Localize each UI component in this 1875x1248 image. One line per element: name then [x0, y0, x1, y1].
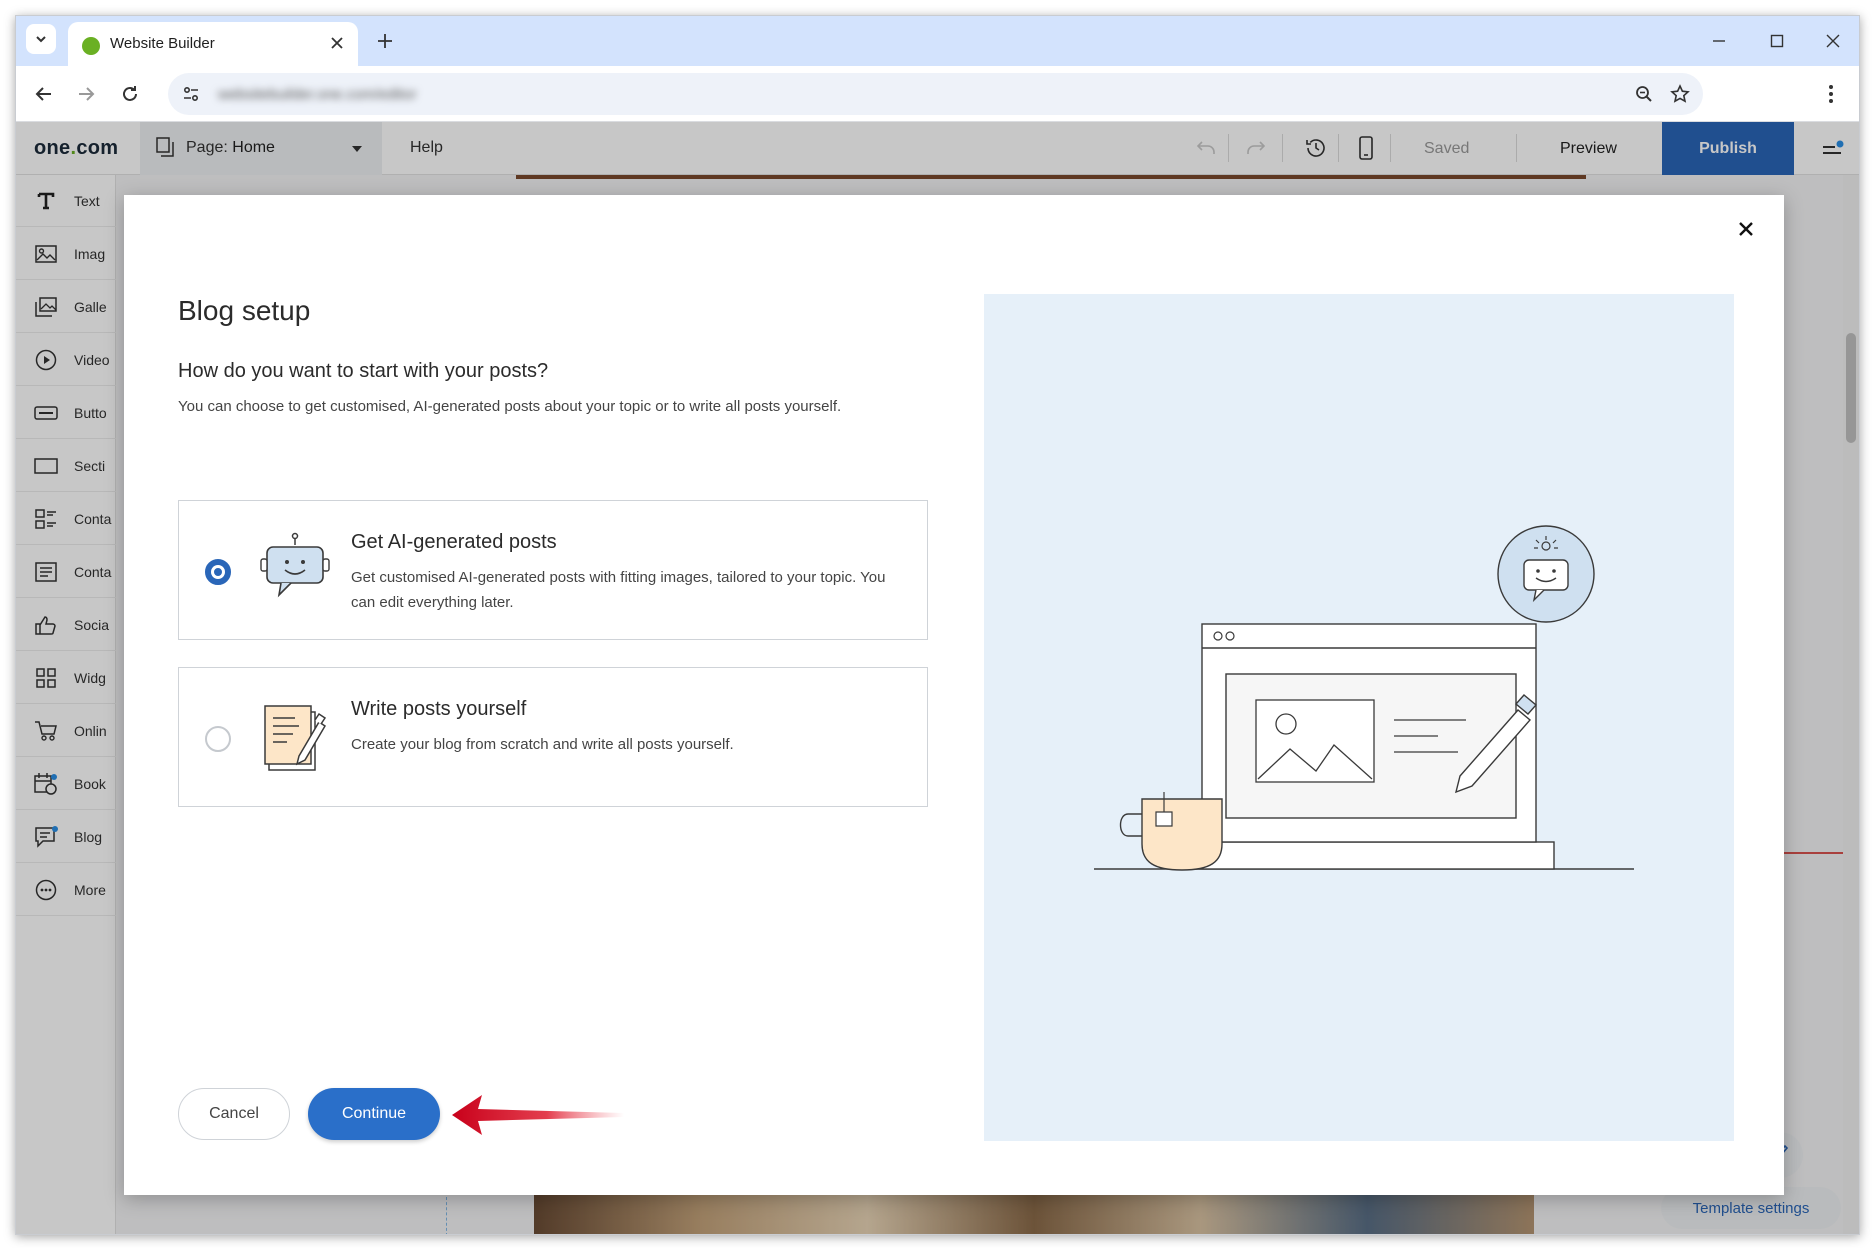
close-window-button[interactable] [1820, 28, 1846, 54]
new-tab-button[interactable] [372, 28, 398, 54]
blog-illustration [1094, 525, 1634, 871]
illustration-panel [984, 294, 1734, 1141]
arrow-right-icon [79, 87, 95, 101]
minimize-icon [1713, 40, 1725, 42]
bookmark-star-icon[interactable] [1669, 83, 1691, 105]
maximize-icon [1770, 34, 1784, 48]
tab-close-button[interactable] [326, 32, 348, 54]
browser-tab[interactable]: Website Builder [68, 22, 358, 66]
close-icon [331, 37, 343, 49]
url-text: websitebuilder.one.com/editor [218, 86, 417, 103]
close-icon [1826, 34, 1840, 48]
radio-write-yourself[interactable] [205, 726, 231, 752]
reload-button[interactable] [116, 80, 144, 108]
radio-ai-generated[interactable] [205, 559, 231, 585]
arrow-left-icon [35, 87, 51, 101]
notepad-pencil-icon [264, 705, 327, 771]
dialog-question: How do you want to start with your posts… [178, 360, 549, 382]
browser-window: Website Builder websitebuilder.one.com/e… [15, 15, 1860, 1235]
option-ai-generated[interactable]: Get AI-generated posts Get customised AI… [178, 500, 928, 640]
tab-search-button[interactable] [26, 24, 56, 54]
annotation-arrow-icon [452, 1095, 624, 1135]
forward-button[interactable] [72, 80, 100, 108]
tab-bar: Website Builder [16, 16, 1859, 66]
chevron-down-icon [36, 36, 46, 43]
zoom-icon[interactable] [1633, 83, 1655, 105]
back-button[interactable] [30, 80, 58, 108]
browser-toolbar: websitebuilder.one.com/editor [16, 66, 1859, 122]
continue-button[interactable]: Continue [308, 1088, 440, 1140]
maximize-button[interactable] [1764, 28, 1790, 54]
robot-chat-icon [260, 532, 330, 598]
plus-icon [378, 34, 392, 48]
option-description: Create your blog from scratch and write … [351, 736, 734, 753]
dialog-close-button[interactable] [1734, 217, 1758, 241]
option-title: Write posts yourself [351, 698, 527, 720]
close-icon [1739, 222, 1753, 236]
dialog-description: You can choose to get customised, AI-gen… [178, 398, 842, 415]
kebab-menu-icon [1829, 85, 1833, 103]
site-info-icon[interactable] [180, 83, 202, 105]
tab-title: Website Builder [110, 35, 215, 52]
address-bar[interactable]: websitebuilder.one.com/editor [168, 73, 1703, 115]
option-title: Get AI-generated posts [351, 531, 557, 553]
reload-icon [123, 86, 137, 101]
browser-menu-button[interactable] [1819, 80, 1843, 108]
option-write-yourself[interactable]: Write posts yourself Create your blog fr… [178, 667, 928, 807]
blog-setup-dialog: Blog setup How do you want to start with… [124, 195, 1784, 1195]
favicon-icon [82, 37, 100, 55]
screen: Website Builder websitebuilder.one.com/e… [0, 0, 1875, 1248]
dialog-title: Blog setup [178, 295, 311, 326]
cancel-button[interactable]: Cancel [178, 1088, 290, 1140]
minimize-button[interactable] [1706, 28, 1732, 54]
option-description: Get customised AI-generated posts with f… [351, 569, 886, 611]
